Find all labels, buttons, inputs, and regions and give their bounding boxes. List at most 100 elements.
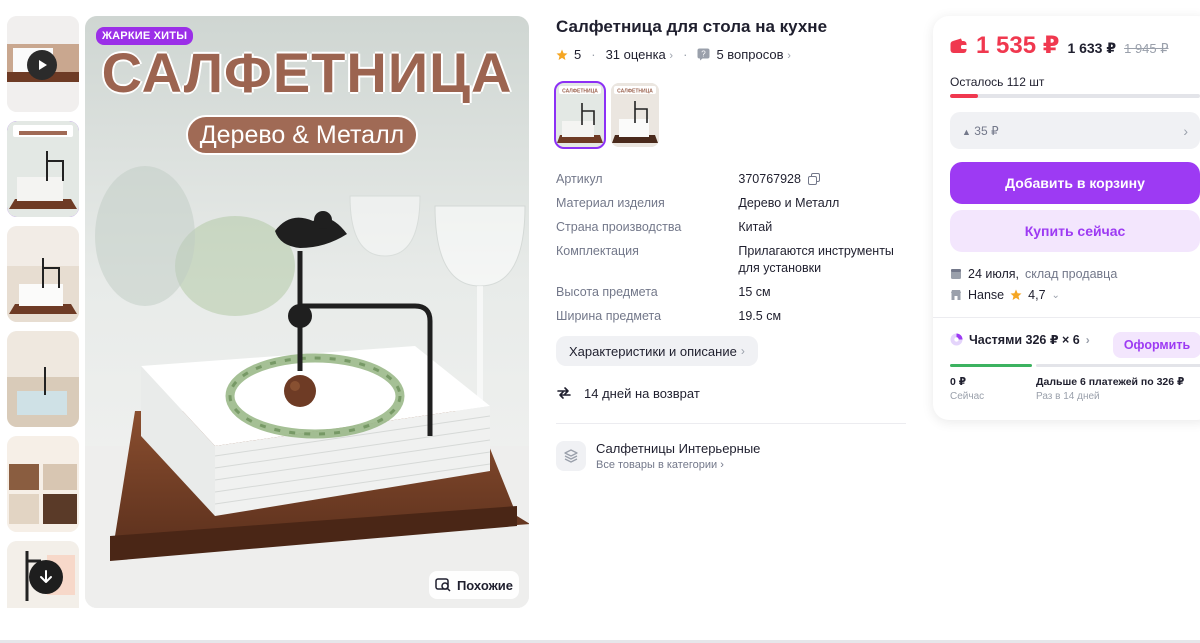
spec-row: Страна производства Китай [556,219,906,236]
stock-remaining: Осталось 112 шт [950,75,1045,89]
arrow-down-icon[interactable] [29,560,63,594]
return-text: 14 дней на возврат [584,385,700,401]
thumbnail-image [7,436,79,532]
seller-info[interactable]: Hanse 4,7 ⌄ [950,288,1060,302]
reviews-link[interactable]: 31 оценка › [606,47,674,62]
reviews-count: 31 оценка [605,47,666,62]
spec-value: Китай [738,220,773,234]
similar-label: Похожие [456,577,514,593]
thumbnail-5[interactable] [7,436,79,532]
stock-progress-fill [950,94,978,98]
seller-name: Hanse [968,288,1005,302]
plan-next-amount: Дальше 6 платежей по 326 ₽ [1036,376,1185,388]
plan-next-label: Раз в 14 дней [1036,391,1100,402]
thumbnail-list [7,16,79,608]
chevron-down-icon: ⌄ [1051,289,1060,301]
price-row: 1 535 ₽ 1 633 ₽ 1 945 ₽ [950,31,1169,60]
category-link[interactable]: Салфетницы Интерьерные Все товары в кате… [556,441,760,471]
variant-image: САЛФЕТНИЦА [611,83,659,147]
return-arrows-icon [557,387,571,399]
svg-text:?: ? [702,50,707,59]
variant-list: САЛФЕТНИЦА САЛФЕТНИЦА [554,81,659,149]
thumbnail-2[interactable] [7,121,79,217]
price-wallet: 1 535 ₽ [976,32,1060,59]
category-subtitle: Все товары в категории › [596,459,760,471]
thumbnail-3[interactable] [7,226,79,322]
spec-key: Страна производства [556,220,682,234]
thumbnail-image [7,331,79,427]
spec-key: Комплектация [556,244,639,258]
triangle-up-icon: ▲ [962,126,971,137]
delivery-date: 24 июля, [968,267,1019,281]
questions-count: 5 вопросов [716,47,784,62]
installments-info: Частями 326 ₽ × 6 › [950,332,1090,347]
variant-1[interactable]: САЛФЕТНИЦА [554,81,606,149]
characteristics-button[interactable]: Характеристики и описание › [556,336,758,366]
spec-row: Артикул 370767928 [556,171,906,188]
characteristics-label: Характеристики и описание [569,343,737,359]
thumbnail-image [7,121,79,217]
box-icon [951,269,961,279]
star-icon [1010,289,1022,300]
spec-row: Комплектация Прилагаются инструменты для… [556,243,906,277]
questions-link[interactable]: 5 вопросов › [716,47,790,62]
order-installments-button[interactable]: Оформить [1113,332,1200,358]
question-icon: ? [697,48,710,61]
spec-row: Высота предмета 15 см [556,284,906,301]
pie-chart-icon [950,333,963,346]
image-headline: САЛФЕТНИЦА [101,41,513,104]
product-title: Салфетница для стола на кухне [556,17,828,36]
variant-image: САЛФЕТНИЦА [556,83,604,147]
plan-progress-paid [950,364,1032,367]
add-to-cart-button[interactable]: Добавить в корзину [950,162,1200,204]
star-icon [556,49,568,60]
category-stack-icon [556,441,586,471]
delivery-info: 24 июля, склад продавца [950,267,1117,281]
main-product-image[interactable]: ЖАРКИЕ ХИТЫ САЛФЕТНИЦА Дерево & Металл П… [85,16,529,608]
plan-now-amount: 0 ₽ [950,376,967,388]
variant-2[interactable]: САЛФЕТНИЦА [611,83,659,147]
chevron-right-icon: › [1183,122,1188,139]
return-policy: 14 дней на возврат [556,385,700,401]
spec-value: 19.5 см [738,309,782,323]
variant-image-label: САЛФЕТНИЦА [562,89,598,95]
wallet-icon [950,38,967,53]
spec-value: 370767928 [738,171,906,188]
separator-dot: · [683,47,688,62]
play-icon [27,50,57,80]
copy-icon[interactable] [808,173,821,185]
spec-key: Артикул [556,172,603,186]
separator-dot: · [591,47,596,62]
chevron-right-icon: › [1085,332,1090,347]
price-regular: 1 633 ₽ [1067,40,1117,56]
buy-now-button[interactable]: Купить сейчас [950,210,1200,252]
article-number: 370767928 [738,172,801,186]
thumbnail-4[interactable] [7,331,79,427]
chevron-right-icon: › [720,459,724,471]
bonus-box[interactable]: ▲ 35 ₽ › [950,112,1200,149]
similar-button[interactable]: Похожие [429,571,519,599]
rating-value: 5 [574,47,582,62]
seller-rating: 4,7 [1028,288,1046,302]
thumbnail-video[interactable] [7,16,79,112]
buy-card: 1 535 ₽ 1 633 ₽ 1 945 ₽ Осталось 112 шт … [933,16,1200,420]
spec-value: Прилагаются инструменты для установки [738,244,894,275]
chevron-right-icon: › [669,50,674,62]
price-old: 1 945 ₽ [1124,41,1169,56]
category-name: Салфетницы Интерьерные [596,441,761,456]
spec-row: Ширина предмета 19.5 см [556,308,906,325]
spec-row: Материал изделия Дерево и Металл [556,195,906,212]
variant-image-label: САЛФЕТНИЦА [617,89,653,95]
bonus-value: 35 ₽ [974,123,999,138]
divider [933,317,1200,318]
plan-progress-remaining [1036,364,1200,367]
spec-value: 15 см [738,285,771,299]
spec-table: Артикул 370767928 Материал изделия Дерев… [556,171,906,332]
chevron-right-icon: › [787,50,791,62]
plan-now-label: Сейчас [950,391,985,402]
category-subtitle-text: Все товары в категории [596,459,718,471]
divider [556,423,906,424]
shop-icon [951,290,961,300]
image-subheadline: Дерево & Металл [186,115,418,155]
similar-search-icon [435,578,451,592]
